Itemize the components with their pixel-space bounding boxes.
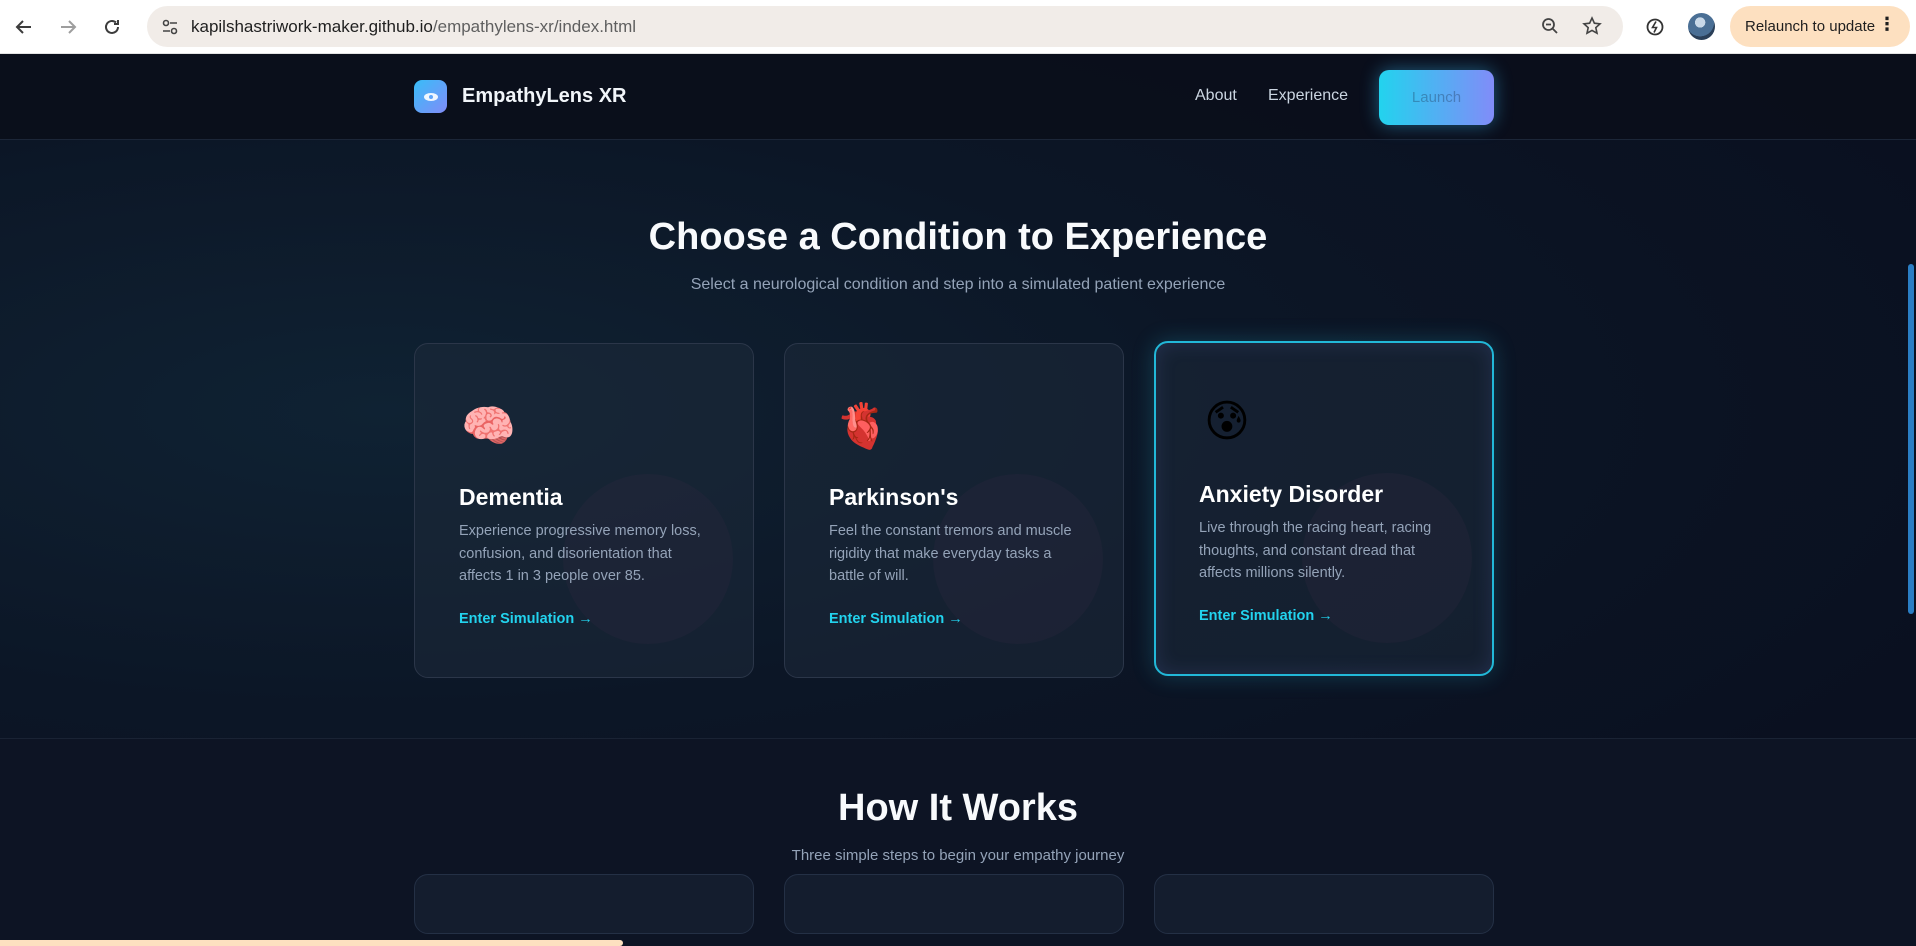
url-host: kapilshastriwork-maker.github.io	[191, 16, 433, 36]
card-description: Live through the racing heart, racing th…	[1199, 520, 1432, 581]
url-path: /empathylens-xr/index.html	[432, 16, 637, 36]
card-description: Feel the constant tremors and muscle rig…	[829, 523, 1072, 584]
nav-about[interactable]: About	[1195, 87, 1237, 105]
conditions-section: Choose a Condition to Experience Select …	[0, 140, 1916, 740]
card-title: Dementia	[459, 484, 563, 510]
relaunch-button[interactable]: Relaunch to update ⋮	[1730, 6, 1910, 47]
nav-experience[interactable]: Experience	[1268, 87, 1348, 105]
brand-name[interactable]: EmpathyLens XR	[462, 85, 626, 108]
card-title: Parkinson's	[829, 484, 959, 510]
how-it-works-title: How It Works	[838, 787, 1078, 829]
condition-card-dementia[interactable]: 🧠 Dementia Experience progressive memory…	[414, 343, 754, 678]
reload-button[interactable]	[92, 7, 132, 47]
site-header: EmpathyLens XR About Experience Launch	[0, 54, 1916, 140]
step-card	[1154, 874, 1494, 934]
card-title: Anxiety Disorder	[1199, 481, 1384, 507]
enter-simulation-link[interactable]: Enter Simulation →	[829, 611, 963, 627]
bookmark-star-icon[interactable]	[1577, 11, 1607, 41]
anatomical-heart-icon: 🫀	[835, 402, 890, 451]
eye-logo-icon[interactable]	[414, 80, 447, 113]
enter-simulation-link[interactable]: Enter Simulation →	[459, 611, 593, 627]
anxious-face-icon: 😰	[1204, 397, 1250, 446]
launch-button[interactable]: Launch	[1379, 70, 1494, 125]
url-text: kapilshastriwork-maker.github.io/empathy…	[191, 17, 636, 37]
card-description: Experience progressive memory loss, conf…	[459, 523, 701, 584]
brain-icon: 🧠	[461, 402, 516, 451]
browser-toolbar: kapilshastriwork-maker.github.io/empathy…	[0, 0, 1916, 54]
condition-card-anxiety[interactable]: 😰 Anxiety Disorder Live through the raci…	[1154, 341, 1494, 676]
back-button[interactable]	[4, 7, 44, 47]
more-menu-icon[interactable]: ⋮	[1878, 15, 1896, 33]
step-card	[414, 874, 754, 934]
zoom-icon[interactable]	[1535, 11, 1565, 41]
conditions-title: Choose a Condition to Experience	[648, 216, 1268, 258]
page-viewport: EmpathyLens XR About Experience Launch C…	[0, 54, 1916, 946]
page-load-progress-bar	[0, 940, 623, 946]
profile-avatar[interactable]	[1688, 13, 1715, 40]
scrollbar-thumb[interactable]	[1908, 264, 1914, 614]
step-card	[784, 874, 1124, 934]
enter-simulation-link[interactable]: Enter Simulation →	[1199, 608, 1333, 624]
extension-icon[interactable]	[1640, 12, 1670, 42]
how-it-works-subtitle: Three simple steps to begin your empathy…	[791, 847, 1125, 864]
condition-card-parkinsons[interactable]: 🫀 Parkinson's Feel the constant tremors …	[784, 343, 1124, 678]
conditions-subtitle: Select a neurological condition and step…	[690, 276, 1226, 293]
relaunch-label: Relaunch to update	[1745, 18, 1876, 35]
site-settings-icon[interactable]	[155, 12, 185, 42]
forward-button[interactable]	[48, 7, 88, 47]
address-bar[interactable]: kapilshastriwork-maker.github.io/empathy…	[147, 6, 1623, 47]
